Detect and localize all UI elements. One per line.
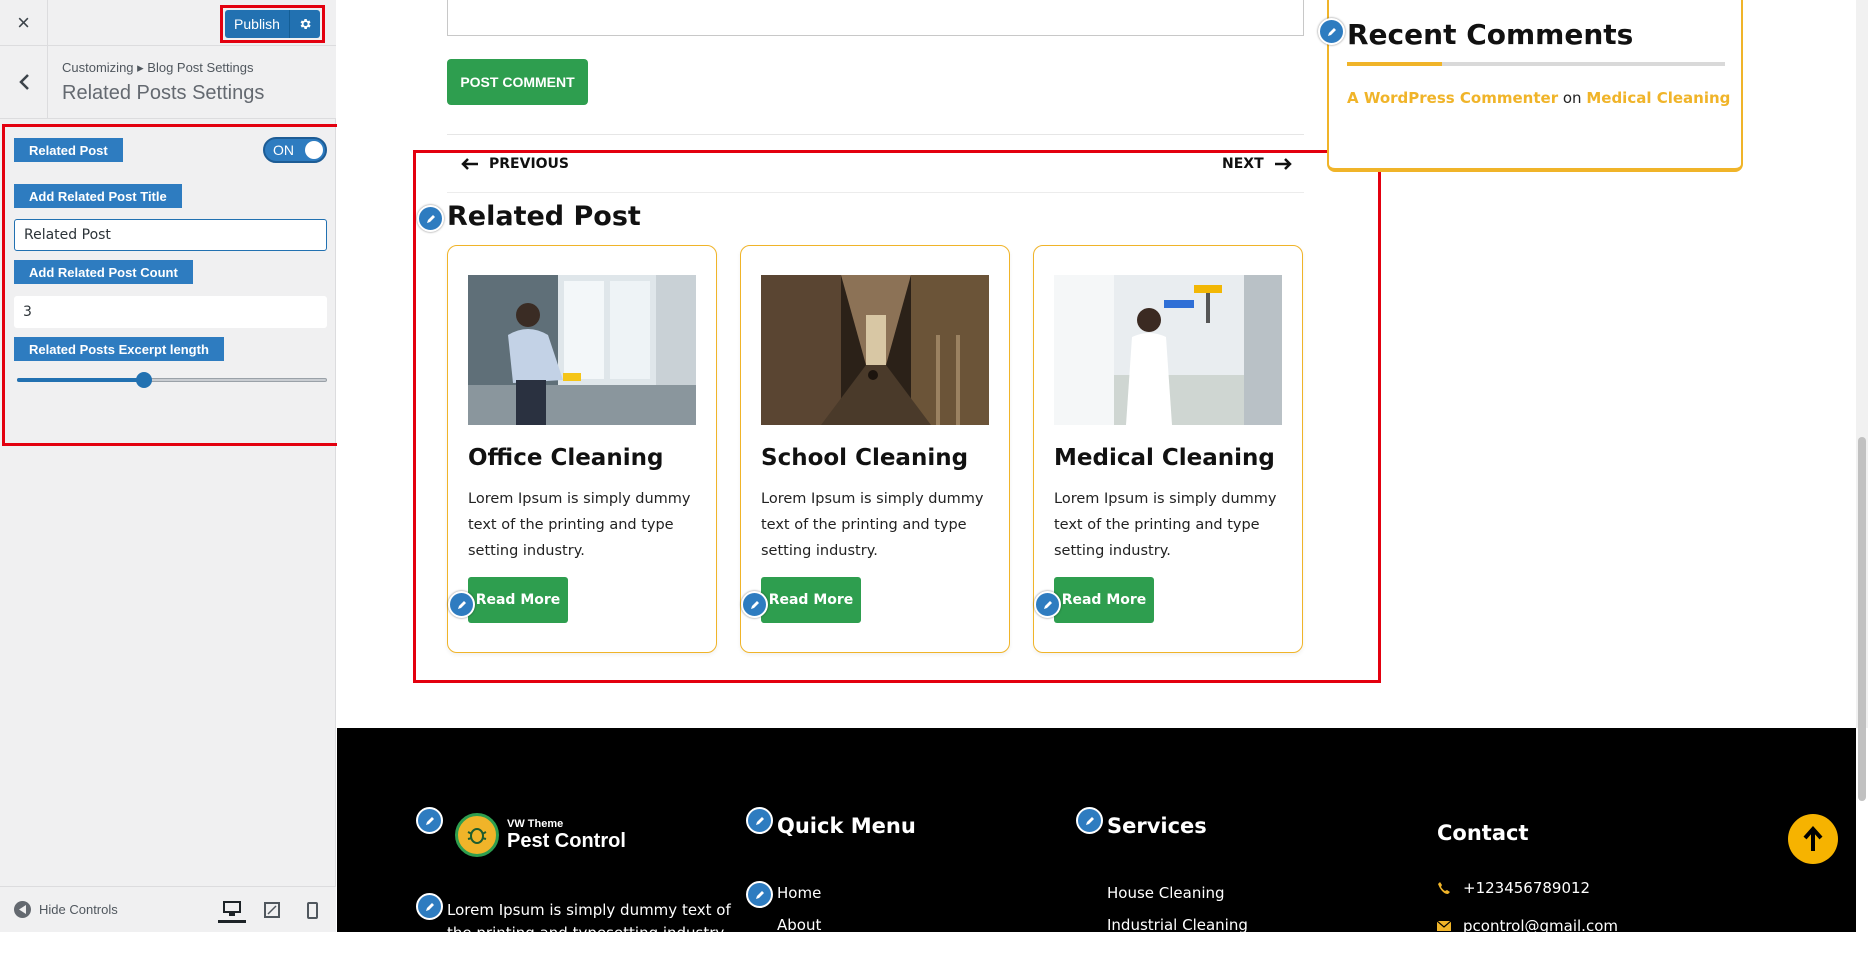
back-arrow-icon[interactable] <box>0 46 48 118</box>
scroll-to-top-button[interactable] <box>1788 814 1838 864</box>
email-address: pcontrol@gmail.com <box>1463 917 1618 935</box>
footer-about-text: Lorem Ipsum is simply dummy text of the … <box>447 901 731 965</box>
related-post-title-input[interactable]: Related Post <box>14 219 327 251</box>
recent-comments-title: Recent Comments <box>1347 18 1634 51</box>
arrow-left-icon <box>461 158 478 170</box>
site-preview: POST COMMENT PREVIOUS NEXT Related Post <box>337 0 1868 965</box>
excerpt-length-slider[interactable] <box>17 372 327 388</box>
customizer-footer: Hide Controls <box>0 886 336 932</box>
related-post-heading: Related Post <box>447 201 641 232</box>
edit-pencil-icon[interactable] <box>416 807 443 834</box>
gear-icon[interactable] <box>290 10 320 38</box>
card-title[interactable]: School Cleaning <box>761 445 968 471</box>
recent-comments-widget: Recent Comments A WordPress Commenter on… <box>1327 0 1743 172</box>
services-title: Services <box>1107 814 1207 838</box>
publish-button[interactable]: Publish <box>225 10 320 38</box>
customizer-header: × Publish <box>0 0 336 46</box>
card-excerpt: Lorem Ipsum is simply dummy text of the … <box>468 491 691 559</box>
previous-post-link[interactable]: PREVIOUS <box>461 156 569 172</box>
phone-icon <box>1438 882 1450 894</box>
edit-pencil-icon[interactable] <box>1318 18 1345 45</box>
edit-pencil-icon[interactable] <box>416 893 443 920</box>
related-post-card: Medical Cleaning Lorem Ipsum is simply d… <box>1033 245 1303 653</box>
post-comment-button[interactable]: POST COMMENT <box>447 59 588 105</box>
comment-author-link[interactable]: A WordPress Commenter <box>1347 89 1558 107</box>
breadcrumb: Customizing ▸ Blog Post Settings <box>62 60 254 75</box>
section-header: Customizing ▸ Blog Post Settings Related… <box>0 46 336 119</box>
related-post-count-input[interactable]: 3 <box>14 296 327 328</box>
recent-comment-entry: A WordPress Commenter on Medical Cleanin… <box>1347 89 1730 107</box>
related-post-card: Office Cleaning Lorem Ipsum is simply du… <box>447 245 717 653</box>
divider <box>447 134 1304 135</box>
card-excerpt: Lorem Ipsum is simply dummy text of the … <box>1054 491 1277 559</box>
related-post-label: Related Post <box>14 138 123 162</box>
publish-highlight: Publish <box>220 5 325 43</box>
related-post-count-label: Add Related Post Count <box>14 260 193 284</box>
quick-menu-item-home[interactable]: Home <box>777 884 821 902</box>
site-footer: VW Theme Pest Control Lorem Ipsum is sim… <box>337 728 1856 965</box>
comment-textarea[interactable] <box>447 0 1304 36</box>
publish-label[interactable]: Publish <box>225 10 290 38</box>
card-title[interactable]: Medical Cleaning <box>1054 445 1275 471</box>
slider-thumb[interactable] <box>136 372 153 388</box>
edit-pencil-icon[interactable] <box>448 591 475 618</box>
related-post-title-label: Add Related Post Title <box>14 184 182 208</box>
related-post-toggle[interactable]: ON <box>263 137 327 163</box>
edit-pencil-icon[interactable] <box>417 205 444 232</box>
desktop-preview-icon[interactable] <box>218 897 246 923</box>
card-excerpt: Lorem Ipsum is simply dummy text of the … <box>761 491 984 559</box>
contact-phone[interactable]: +123456789012 <box>1437 879 1590 897</box>
read-more-button[interactable]: Read More <box>468 577 568 623</box>
logo-small-text: VW Theme <box>507 817 564 830</box>
hide-controls-button[interactable]: Hide Controls <box>14 901 118 918</box>
close-icon[interactable]: × <box>0 0 48 45</box>
preview-scrollbar[interactable] <box>1856 0 1868 801</box>
quick-menu-item-about[interactable]: About <box>777 916 821 934</box>
slider-fill <box>17 378 145 382</box>
post-thumbnail[interactable] <box>1054 275 1282 425</box>
edit-pencil-icon[interactable] <box>741 591 768 618</box>
edit-pencil-icon[interactable] <box>1076 807 1103 834</box>
post-thumbnail[interactable] <box>761 275 989 425</box>
services-item-house-cleaning[interactable]: House Cleaning <box>1107 884 1225 902</box>
site-logo[interactable]: VW Theme Pest Control <box>455 813 626 857</box>
edit-pencil-icon[interactable] <box>746 881 773 908</box>
card-title[interactable]: Office Cleaning <box>468 445 663 471</box>
related-posts-settings-panel: Related Post ON Add Related Post Title R… <box>2 124 345 446</box>
edit-pencil-icon[interactable] <box>746 807 773 834</box>
mobile-preview-icon[interactable] <box>298 897 326 923</box>
previous-label: PREVIOUS <box>489 156 570 172</box>
comment-post-link[interactable]: Medical Cleaning <box>1586 89 1730 107</box>
phone-number: +123456789012 <box>1463 879 1591 897</box>
customizer-sidebar: × Publish Customizing ▸ Blog Post Settin… <box>0 0 345 932</box>
excerpt-length-label: Related Posts Excerpt length <box>14 337 224 361</box>
contact-email[interactable]: pcontrol@gmail.com <box>1437 917 1618 935</box>
toggle-knob <box>305 141 323 159</box>
tablet-preview-icon[interactable] <box>258 897 286 923</box>
bug-logo-icon <box>455 813 499 857</box>
collapse-arrow-icon <box>14 901 31 918</box>
services-item-industrial-cleaning[interactable]: Industrial Cleaning <box>1107 916 1248 934</box>
arrow-right-icon <box>1274 158 1292 170</box>
post-thumbnail[interactable] <box>468 275 696 425</box>
hide-controls-label: Hide Controls <box>39 902 118 917</box>
next-label: NEXT <box>1222 156 1264 172</box>
contact-title: Contact <box>1437 821 1529 845</box>
divider <box>447 192 1304 193</box>
comment-on-text: on <box>1562 89 1582 107</box>
edit-pencil-icon[interactable] <box>1034 591 1061 618</box>
read-more-button[interactable]: Read More <box>761 577 861 623</box>
toggle-state: ON <box>273 142 294 158</box>
quick-menu-title: Quick Menu <box>777 814 916 838</box>
title-underline <box>1347 62 1725 66</box>
related-post-card: School Cleaning Lorem Ipsum is simply du… <box>740 245 1010 653</box>
mail-icon <box>1437 920 1451 931</box>
next-post-link[interactable]: NEXT <box>1222 156 1292 172</box>
logo-big-text: Pest Control <box>507 829 626 852</box>
section-title: Related Posts Settings <box>62 82 265 104</box>
read-more-button[interactable]: Read More <box>1054 577 1154 623</box>
arrow-up-icon <box>1803 826 1823 851</box>
